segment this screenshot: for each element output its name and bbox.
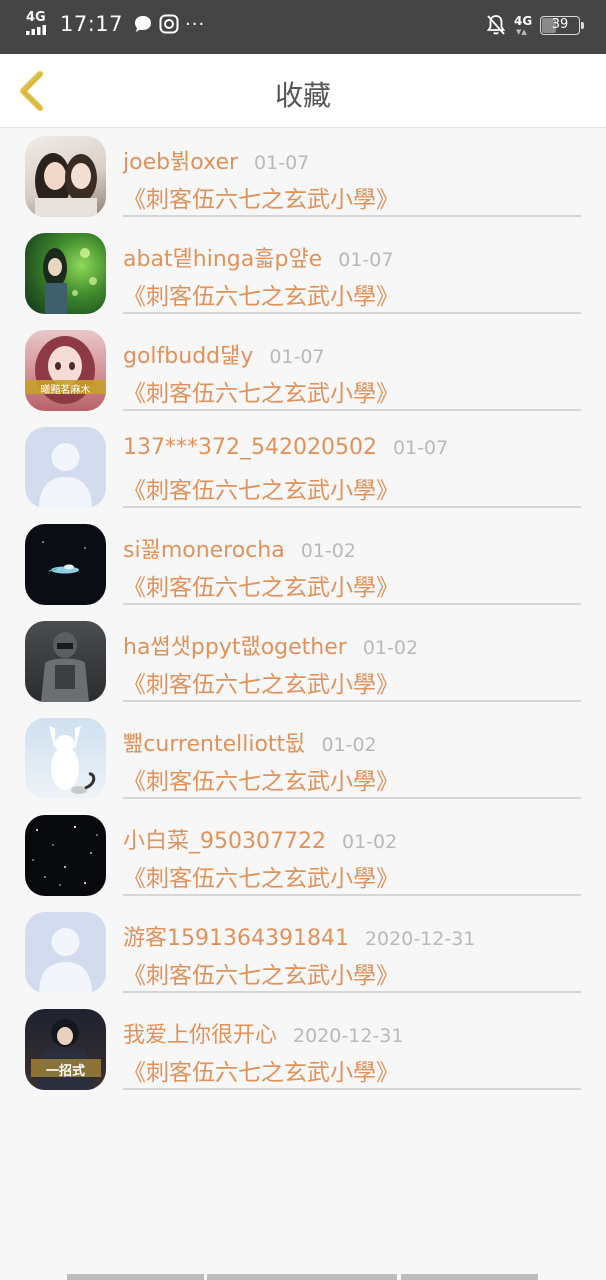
book-title[interactable]: 《刺客伍六七之玄武小學》 <box>123 374 399 408</box>
book-title[interactable]: 《刺客伍六七之玄武小學》 <box>123 568 399 602</box>
bottom-tab-indicator <box>207 1274 397 1280</box>
network-indicator: 4G ▼▲ <box>514 14 533 36</box>
list-item[interactable]: si꾏monerocha 01-02 《刺客伍六七之玄武小學》 <box>0 516 606 613</box>
avatar[interactable] <box>25 718 106 799</box>
bell-muted-icon <box>486 15 506 35</box>
signal-icon: 4G <box>26 11 50 36</box>
avatar[interactable]: 一招式 <box>25 1009 106 1090</box>
book-title[interactable]: 《刺客伍六七之玄武小學》 <box>123 180 399 214</box>
status-bar: 4G 17:17 ··· 4G ▼▲ 39 <box>0 0 606 54</box>
divider <box>123 215 581 217</box>
divider <box>123 991 581 993</box>
divider <box>123 506 581 508</box>
default-user-icon <box>39 928 92 993</box>
date: 01-07 <box>269 346 325 368</box>
user-name: 137***372_542020502 <box>123 435 377 460</box>
date: 01-07 <box>392 437 449 459</box>
clock: 17:17 <box>60 12 124 36</box>
book-title[interactable]: 《刺客伍六七之玄武小學》 <box>123 762 399 796</box>
list-item[interactable]: 뾆currentelliott뒶 01-02 《刺客伍六七之玄武小學》 <box>0 710 606 807</box>
user-name: golfbudd댍y <box>123 344 254 369</box>
user-name: joeb뷝oxer <box>123 150 239 175</box>
date: 01-07 <box>338 249 394 271</box>
user-name: 游客1591364391841 <box>123 926 349 951</box>
list-item[interactable]: joeb뷝oxer 01-07 《刺客伍六七之玄武小學》 <box>0 128 606 225</box>
user-name: 小白菜_950307722 <box>123 829 326 854</box>
avatar[interactable] <box>25 136 106 217</box>
book-title[interactable]: 《刺客伍六七之玄武小學》 <box>123 1053 399 1087</box>
divider <box>123 894 581 896</box>
default-user-icon <box>39 443 92 508</box>
page-title: 收藏 <box>274 79 331 112</box>
avatar[interactable] <box>25 233 106 314</box>
list-item[interactable]: 一招式 我爱上你很开心 2020-12-31 《刺客伍六七之玄武小學》 <box>0 1001 606 1098</box>
date: 2020-12-31 <box>293 1025 404 1047</box>
user-name: abat돁hinga흛p얖e <box>123 247 323 272</box>
user-name: si꾏monerocha <box>123 538 285 563</box>
divider <box>123 1088 581 1090</box>
date: 01-02 <box>362 637 419 659</box>
divider <box>123 409 581 411</box>
bottom-tab-indicator <box>67 1274 204 1280</box>
date: 01-02 <box>300 540 356 562</box>
chat-bubble-icon <box>135 16 152 32</box>
book-title[interactable]: 《刺客伍六七之玄武小學》 <box>123 471 399 505</box>
list-item[interactable]: 小白菜_950307722 01-02 《刺客伍六七之玄武小學》 <box>0 807 606 904</box>
book-title[interactable]: 《刺客伍六七之玄武小學》 <box>123 277 399 311</box>
user-name: ha쎱샛ppyt랪ogether <box>123 635 347 660</box>
bottom-tab-indicator <box>401 1274 538 1280</box>
avatar[interactable] <box>25 815 106 896</box>
avatar-caption: 一招式 <box>45 1064 85 1079</box>
user-name: 我爱上你很开心 <box>123 1023 278 1048</box>
date: 01-02 <box>321 734 377 756</box>
list-item[interactable]: 游客1591364391841 2020-12-31 《刺客伍六七之玄武小學》 <box>0 904 606 1001</box>
avatar[interactable] <box>25 427 106 508</box>
list-item[interactable]: abat돁hinga흛p얖e 01-07 《刺客伍六七之玄武小學》 <box>0 225 606 322</box>
book-title[interactable]: 《刺客伍六七之玄武小學》 <box>123 956 399 990</box>
date: 01-02 <box>341 831 398 853</box>
avatar[interactable] <box>25 912 106 993</box>
more-notifications-icon: ··· <box>185 13 206 35</box>
list-item[interactable]: 137***372_542020502 01-07 《刺客伍六七之玄武小學》 <box>0 419 606 516</box>
user-name: 뾆currentelliott뒶 <box>123 732 306 757</box>
avatar-caption: 曦黯茗麻木 <box>40 385 91 396</box>
book-title[interactable]: 《刺客伍六七之玄武小學》 <box>123 665 399 699</box>
divider <box>123 603 581 605</box>
battery-icon: 39 <box>540 15 584 35</box>
date: 2020-12-31 <box>364 928 476 950</box>
app-notification-icon <box>159 14 179 34</box>
avatar[interactable] <box>25 524 106 605</box>
list-item[interactable]: ha쎱샛ppyt랪ogether 01-02 《刺客伍六七之玄武小學》 <box>0 613 606 710</box>
list-item[interactable]: 曦黯茗麻木 golfbudd댍y 01-07 《刺客伍六七之玄武小學》 <box>0 322 606 419</box>
divider <box>123 700 581 702</box>
avatar[interactable]: 曦黯茗麻木 <box>25 330 106 411</box>
book-title[interactable]: 《刺客伍六七之玄武小學》 <box>123 859 399 893</box>
divider <box>123 797 581 799</box>
divider <box>123 312 581 314</box>
date: 01-07 <box>254 152 310 174</box>
header: 收藏 <box>0 54 606 128</box>
favorites-list: joeb뷝oxer 01-07 《刺客伍六七之玄武小學》 abat돁hinga흛… <box>0 128 606 1098</box>
avatar[interactable] <box>25 621 106 702</box>
